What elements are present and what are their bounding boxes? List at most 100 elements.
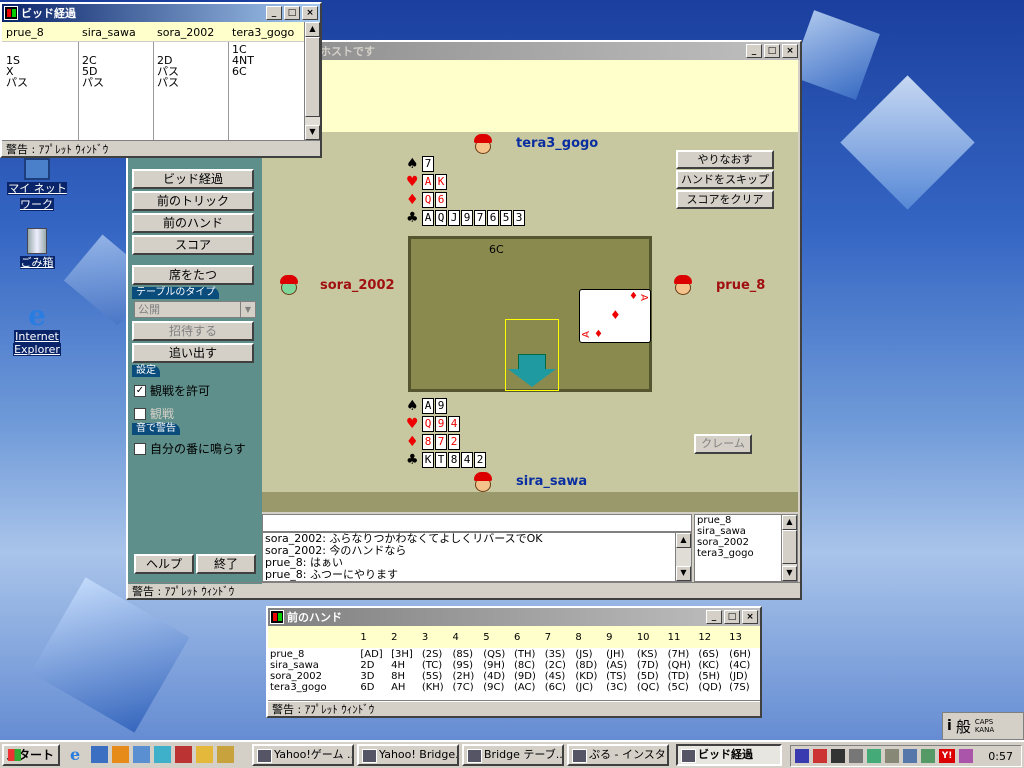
ie-icon[interactable]: e: [70, 746, 87, 763]
skip-hand-button[interactable]: ハンドをスキップ: [676, 170, 774, 189]
invite-button[interactable]: 招待する: [132, 321, 254, 341]
clock[interactable]: 0:57: [988, 750, 1013, 763]
card[interactable]: 6: [435, 192, 447, 208]
bid-history-button[interactable]: ビッド経過: [132, 169, 254, 189]
app-icon[interactable]: [175, 746, 192, 763]
card[interactable]: T: [435, 452, 447, 468]
pen-icon[interactable]: [813, 749, 827, 763]
exit-button[interactable]: 終了: [196, 554, 256, 574]
ime-mode[interactable]: 般: [956, 716, 971, 737]
card[interactable]: 3: [513, 210, 525, 226]
close-button[interactable]: ×: [302, 6, 318, 20]
score-button[interactable]: スコア: [132, 235, 254, 255]
task-button[interactable]: Yahoo!ゲーム ...: [252, 744, 354, 766]
played-card-east[interactable]: A ♦ ♦ ♦ A: [579, 289, 651, 343]
task-button[interactable]: Bridge テーブ...: [462, 744, 564, 766]
card[interactable]: 8: [422, 434, 434, 450]
card[interactable]: K: [435, 174, 447, 190]
scroll-up-icon[interactable]: ▲: [676, 533, 691, 548]
prev-hand-button[interactable]: 前のハンド: [132, 213, 254, 233]
card[interactable]: Q: [422, 192, 434, 208]
maximize-button[interactable]: □: [764, 44, 780, 58]
help-button[interactable]: ヘルプ: [134, 554, 194, 574]
yahoo-icon[interactable]: Y!: [939, 749, 955, 763]
folder-icon[interactable]: [154, 746, 171, 763]
card[interactable]: 7: [422, 156, 434, 172]
monitor-icon[interactable]: [903, 749, 917, 763]
media-player-icon[interactable]: [112, 746, 129, 763]
card[interactable]: 8: [448, 452, 460, 468]
players-scrollbar[interactable]: ▲ ▼: [781, 515, 797, 581]
card[interactable]: A: [422, 398, 434, 414]
allow-watch-checkbox[interactable]: ✓ 観戦を許可: [134, 382, 210, 399]
scroll-thumb[interactable]: [782, 530, 797, 564]
title-bar[interactable]: 前のハンド _ □ ×: [268, 608, 760, 626]
minimize-button[interactable]: _: [706, 610, 722, 624]
printer-icon[interactable]: [885, 749, 899, 763]
card[interactable]: 2: [474, 452, 486, 468]
card[interactable]: Q: [422, 416, 434, 432]
kick-button[interactable]: 追い出す: [132, 343, 254, 363]
pen-icon[interactable]: [831, 749, 845, 763]
ime-toolbar[interactable]: i 般 CAPS KANA: [942, 712, 1024, 740]
card[interactable]: 6: [487, 210, 499, 226]
card[interactable]: A: [422, 174, 434, 190]
close-button[interactable]: ×: [742, 610, 758, 624]
card[interactable]: 2: [448, 434, 460, 450]
app-icon[interactable]: [959, 749, 973, 763]
table-type-select[interactable]: 公開 ▼: [134, 301, 256, 318]
app-icon[interactable]: [921, 749, 935, 763]
shield-icon[interactable]: [795, 749, 809, 763]
chat-scrollbar[interactable]: ▲ ▼: [675, 533, 691, 581]
card[interactable]: 9: [461, 210, 473, 226]
claim-button[interactable]: クレーム: [694, 434, 752, 454]
desktop-icon-recycle-bin[interactable]: ごみ箱: [2, 228, 72, 270]
ring-on-turn-checkbox[interactable]: 自分の番に鳴らす: [134, 440, 246, 457]
network-icon[interactable]: [867, 749, 881, 763]
card[interactable]: Q: [435, 210, 447, 226]
chat-log[interactable]: sora_2002: ふらなりつかわなくてよしくリバースでOK sora_200…: [262, 532, 692, 582]
card[interactable]: J: [448, 210, 460, 226]
search-icon[interactable]: [217, 746, 234, 763]
scroll-up-icon[interactable]: ▲: [782, 515, 797, 530]
scroll-up-icon[interactable]: ▲: [305, 22, 320, 37]
start-button[interactable]: スタート: [2, 744, 60, 766]
redo-button[interactable]: やりなおす: [676, 150, 774, 169]
rated-checkbox[interactable]: 観戦: [134, 405, 174, 422]
card[interactable]: 7: [435, 434, 447, 450]
card[interactable]: 4: [461, 452, 473, 468]
paint-icon[interactable]: [196, 746, 213, 763]
ime-icon[interactable]: i: [947, 718, 952, 734]
title-bar[interactable]: ビッド経過 _ □ ×: [2, 4, 320, 22]
bid-scrollbar[interactable]: ▲ ▼: [304, 22, 320, 140]
volume-icon[interactable]: [849, 749, 863, 763]
prev-trick-button[interactable]: 前のトリック: [132, 191, 254, 211]
card[interactable]: 7: [474, 210, 486, 226]
players-list[interactable]: prue_8 sira_sawa sora_2002 tera3_gogo ▲ …: [694, 514, 798, 582]
maximize-button[interactable]: □: [724, 610, 740, 624]
task-button[interactable]: Yahoo! Bridge...: [357, 744, 459, 766]
minimize-button[interactable]: _: [746, 44, 762, 58]
clear-score-button[interactable]: スコアをクリア: [676, 190, 774, 209]
maximize-button[interactable]: □: [284, 6, 300, 20]
scroll-down-icon[interactable]: ▼: [782, 566, 797, 581]
card[interactable]: A: [422, 210, 434, 226]
desktop-icon[interactable]: [133, 746, 150, 763]
desktop-icon-network[interactable]: マイ ネットワーク: [2, 158, 72, 212]
minimize-button[interactable]: _: [266, 6, 282, 20]
card[interactable]: K: [422, 452, 434, 468]
leave-seat-button[interactable]: 席をたつ: [132, 265, 254, 285]
card[interactable]: 9: [435, 416, 447, 432]
outlook-icon[interactable]: [91, 746, 108, 763]
scroll-thumb[interactable]: [305, 37, 320, 117]
desktop-icon-ie[interactable]: e Internet Explorer: [2, 302, 72, 356]
card[interactable]: 4: [448, 416, 460, 432]
card[interactable]: 5: [500, 210, 512, 226]
close-button[interactable]: ×: [782, 44, 798, 58]
scroll-down-icon[interactable]: ▼: [676, 566, 691, 581]
chat-input[interactable]: [262, 514, 692, 532]
scroll-down-icon[interactable]: ▼: [305, 125, 320, 140]
task-button[interactable]: ぷる - インスタ...: [567, 744, 669, 766]
task-button-active[interactable]: ビッド経過: [676, 744, 782, 766]
card[interactable]: 9: [435, 398, 447, 414]
